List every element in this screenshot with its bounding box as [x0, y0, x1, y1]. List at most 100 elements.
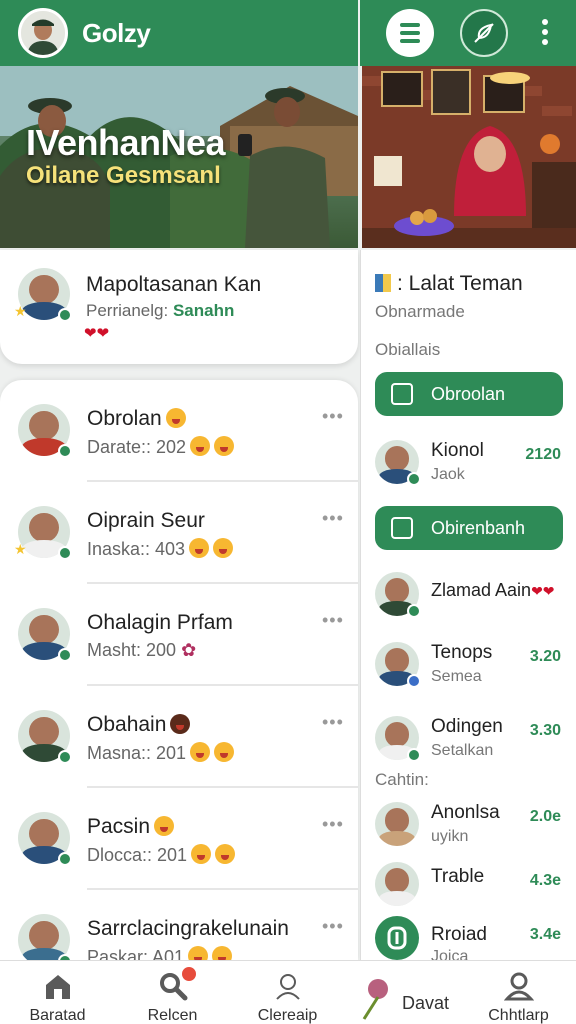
chat-button-label: Obroolan [431, 383, 506, 404]
featured-subtitle-value: Sanahn [172, 301, 235, 320]
more-options-button[interactable] [532, 12, 558, 52]
avatar [18, 914, 72, 960]
hero-banner-woman[interactable] [362, 66, 576, 248]
friend-list-item[interactable]: Odingen Setalkan 3.30 [361, 710, 576, 774]
avatar [18, 812, 72, 866]
friend-list-item[interactable]: Kionol Jaok 2120 [361, 434, 576, 498]
panel-subtitle: Obnarmade [375, 302, 465, 321]
chat-name: Ohalagin Prfam [87, 611, 233, 634]
friend-name: Tenops [431, 642, 493, 663]
chat-options-icon[interactable]: ••• [322, 406, 344, 427]
surprised-emoji-icon [190, 436, 211, 456]
friend-value: 3.4e [529, 926, 561, 943]
friend-list-item[interactable]: Rroiad Joica 3.4e [361, 910, 576, 965]
chat-preview: Masna:: 201 [87, 742, 235, 764]
notification-badge [179, 965, 198, 983]
menu-lines-icon [400, 23, 420, 43]
hero-subtitle: Oilane Gesmsanl [26, 162, 221, 189]
section-label: Obiallais [375, 340, 441, 359]
soldier-avatar-icon [21, 11, 65, 55]
friend-list-item[interactable]: Anonlsa uyikn 2.0e [361, 796, 576, 860]
chat-options-icon[interactable]: ••• [322, 814, 344, 835]
chat-list-item[interactable]: Ohalagin Prfam Masht: 200 ✿ ••• [0, 584, 358, 686]
panel-header: : Lalat Teman [375, 272, 523, 296]
nav-label: Davat [401, 992, 450, 1013]
bottom-navigation: Baratad Relcen Clereaip Davat Chhtlarp [0, 960, 576, 1024]
chat-preview: Darate:: 202 [87, 436, 235, 458]
chat-list-item[interactable]: ★ Oiprain Seur Inaska:: 403 ••• [0, 482, 358, 584]
featured-chat-card[interactable]: ★ Mapoltasanan Kan Perrianelg: Sanahn ❤❤ [0, 250, 358, 364]
chat-options-icon[interactable]: ••• [322, 508, 344, 529]
nav-home[interactable]: Baratad [0, 961, 115, 1024]
compose-button[interactable] [460, 9, 508, 57]
surprised-emoji-icon [191, 844, 212, 864]
laughing-emoji-icon [213, 538, 234, 558]
hero-title: IVenhanNea [26, 122, 226, 163]
chat-list: Obrolan Darate:: 202 ••• ★ Oiprain Seur … [0, 380, 358, 960]
online-status-icon [58, 444, 72, 458]
nav-flower[interactable]: Davat [345, 961, 460, 1024]
section-label: Cahtin: [375, 770, 429, 789]
laughing-emoji-icon [188, 946, 209, 960]
online-status-icon [58, 750, 72, 764]
friend-subtitle: Semea [431, 668, 482, 685]
friend-name: Kionol [431, 440, 484, 461]
surprised-emoji-icon [189, 538, 210, 558]
laughing-emoji-icon [154, 816, 175, 836]
nav-label: Relcen [147, 1007, 198, 1024]
group-button[interactable]: Obirenbanh [375, 506, 563, 550]
nav-profile-outline[interactable]: Clereaip [230, 961, 345, 1024]
avatar [375, 802, 419, 846]
chat-name: Oiprain Seur [87, 509, 205, 532]
friend-value: 2.0e [529, 808, 561, 825]
avatar [375, 862, 419, 906]
top-bar-left: Golzy [0, 0, 358, 66]
chat-options-icon[interactable]: ••• [322, 916, 344, 937]
chat-button[interactable]: Obroolan [375, 372, 563, 416]
friend-list-item[interactable]: Tenops Semea 3.20 [361, 636, 576, 700]
chat-list-item[interactable]: Sarrclacingrakelunain Paskar: A01 ••• [0, 890, 358, 960]
dark-emoji-icon [170, 714, 191, 734]
chat-options-icon[interactable]: ••• [322, 610, 344, 631]
online-status-icon [407, 472, 421, 486]
online-status-icon [407, 604, 421, 618]
online-status-icon [58, 546, 72, 560]
chat-preview: Dlocca:: 201 [87, 844, 236, 866]
friend-list-item[interactable]: Zlamad Aain❤❤ [361, 566, 576, 630]
avatar: ★ [14, 506, 72, 560]
woman-cafe-photo-image [362, 66, 576, 248]
flower-icon: ✿ [181, 640, 197, 660]
chat-list-item[interactable]: Obrolan Darate:: 202 ••• [0, 380, 358, 482]
friend-name: Rroiad [431, 924, 487, 945]
app-logo-avatar[interactable] [18, 8, 68, 58]
chat-list-item[interactable]: Pacsin Dlocca:: 201 ••• [0, 788, 358, 890]
chat-list-item[interactable]: Obahain Masna:: 201 ••• [0, 686, 358, 788]
hero-banner-soldiers[interactable]: IVenhanNea Oilane Gesmsanl [0, 66, 358, 248]
laughing-emoji-icon [214, 742, 235, 762]
friend-name: Trable [431, 866, 485, 887]
group-chat-icon [387, 926, 407, 950]
nav-label: Clereaip [257, 1007, 318, 1024]
chat-preview: Paskar: A01 [87, 946, 233, 960]
friend-name: Odingen [431, 716, 503, 737]
laughing-emoji-icon [212, 946, 233, 960]
menu-button[interactable] [386, 9, 434, 57]
laughing-emoji-icon [215, 844, 236, 864]
chat-name: Obahain [87, 713, 191, 737]
star-icon: ★ [14, 541, 27, 557]
avatar [375, 716, 421, 762]
friend-name: Zlamad Aain❤❤ [431, 580, 555, 600]
featured-title: Mapoltasanan Kan [86, 273, 262, 296]
friends-panel: : Lalat Teman Obnarmade Obiallais Obrool… [360, 250, 576, 965]
profile-outline-icon [275, 974, 300, 1000]
chat-options-icon[interactable]: ••• [322, 712, 344, 733]
hearts-icon: ❤❤ [531, 583, 555, 599]
nav-user[interactable]: Chhtlarp [461, 961, 576, 1024]
avatar: ★ [14, 268, 72, 322]
nav-search[interactable]: Relcen [115, 961, 230, 1024]
friend-name: Anonlsa [431, 802, 500, 823]
friend-value: 2120 [525, 446, 561, 463]
online-status-icon [58, 308, 72, 322]
nav-label: Baratad [29, 1007, 86, 1024]
flower-icon [362, 979, 388, 1020]
